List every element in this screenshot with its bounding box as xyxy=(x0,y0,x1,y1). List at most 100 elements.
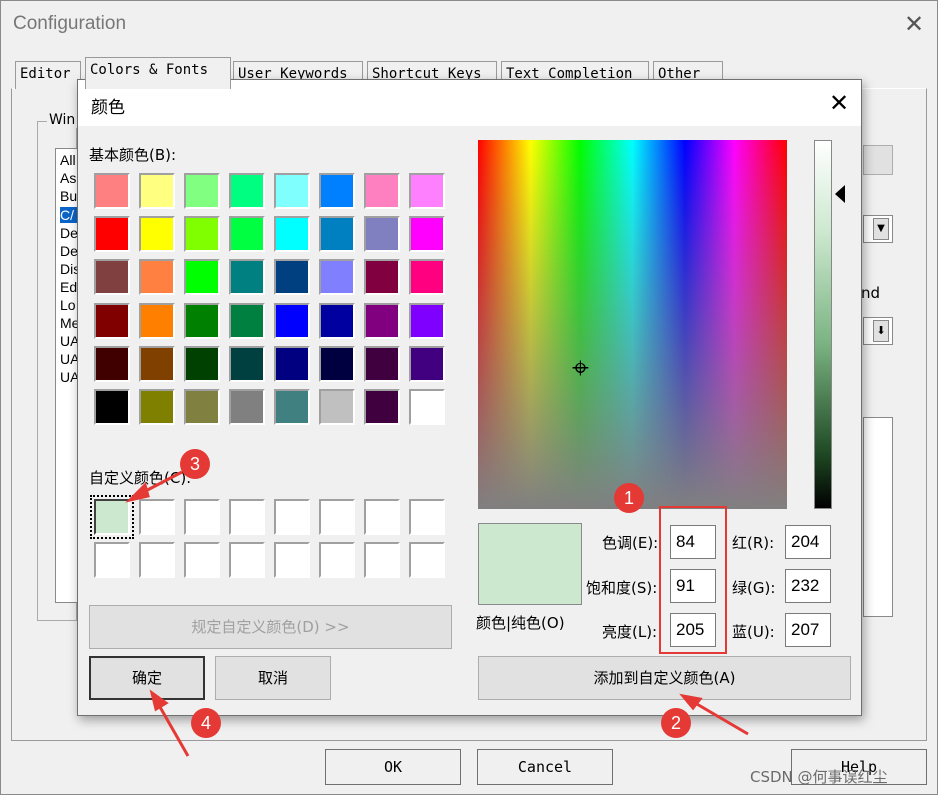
define-custom-colors-button[interactable]: 规定自定义颜色(D) >> xyxy=(89,605,452,649)
config-close-icon[interactable]: ✕ xyxy=(901,11,927,37)
add-to-custom-colors-button[interactable]: 添加到自定义颜色(A) xyxy=(478,656,851,700)
custom-color-swatch[interactable] xyxy=(364,542,400,578)
list-item[interactable]: De xyxy=(60,225,78,241)
dropdown-arrow-icon[interactable]: ⬇ xyxy=(873,320,889,342)
luminance-slider[interactable] xyxy=(814,140,832,509)
basic-color-swatch[interactable] xyxy=(319,389,355,425)
basic-color-swatch[interactable] xyxy=(409,259,445,296)
basic-color-swatch[interactable] xyxy=(364,259,400,296)
list-item[interactable]: All xyxy=(60,152,76,168)
basic-color-swatch[interactable] xyxy=(139,173,175,209)
custom-color-swatch[interactable] xyxy=(139,542,175,578)
custom-color-swatch[interactable] xyxy=(229,542,265,578)
red-input[interactable]: 204 xyxy=(785,525,831,559)
cancel-button[interactable]: Cancel xyxy=(477,749,613,785)
basic-color-swatch[interactable] xyxy=(229,259,265,296)
basic-colors-grid xyxy=(94,173,454,433)
dialog-cancel-button[interactable]: 取消 xyxy=(215,656,331,700)
basic-color-swatch[interactable] xyxy=(274,173,310,209)
basic-color-swatch[interactable] xyxy=(409,216,445,253)
basic-color-swatch[interactable] xyxy=(319,173,355,209)
basic-color-swatch[interactable] xyxy=(139,259,175,296)
blue-input[interactable]: 207 xyxy=(785,613,831,647)
list-item[interactable]: Bu xyxy=(60,188,77,204)
basic-colors-label: 基本颜色(B): xyxy=(89,146,177,164)
color-preview xyxy=(478,523,582,605)
tab-colors-fonts[interactable]: Colors & Fonts xyxy=(85,57,231,89)
saturation-label: 饱和度(S): xyxy=(586,579,658,597)
basic-color-swatch[interactable] xyxy=(319,216,355,253)
basic-color-swatch[interactable] xyxy=(364,389,400,425)
custom-colors-grid xyxy=(90,495,454,583)
partial-color-dropdown[interactable]: ⬇ xyxy=(863,317,893,345)
basic-color-swatch[interactable] xyxy=(184,216,220,253)
color-spectrum[interactable]: ⌖ xyxy=(478,140,787,509)
custom-color-swatch[interactable] xyxy=(139,499,175,535)
basic-color-swatch[interactable] xyxy=(229,302,265,339)
basic-color-swatch[interactable] xyxy=(139,302,175,339)
basic-color-swatch[interactable] xyxy=(184,173,220,209)
basic-color-swatch[interactable] xyxy=(364,302,400,339)
basic-color-swatch[interactable] xyxy=(139,345,175,382)
basic-color-swatch[interactable] xyxy=(94,259,130,296)
basic-color-swatch[interactable] xyxy=(409,389,445,425)
custom-color-swatch[interactable] xyxy=(229,499,265,535)
color-solid-label: 颜色|纯色(O) xyxy=(476,614,565,632)
basic-color-swatch[interactable] xyxy=(184,259,220,296)
basic-color-swatch[interactable] xyxy=(94,389,130,425)
custom-color-swatch[interactable] xyxy=(274,542,310,578)
basic-color-swatch[interactable] xyxy=(364,216,400,253)
basic-color-swatch[interactable] xyxy=(94,173,130,209)
luminance-arrow-icon[interactable] xyxy=(835,185,845,203)
basic-color-swatch[interactable] xyxy=(364,173,400,209)
basic-color-swatch[interactable] xyxy=(409,173,445,209)
list-item[interactable]: Ed xyxy=(60,279,77,295)
basic-color-swatch[interactable] xyxy=(184,345,220,382)
partial-button[interactable] xyxy=(863,145,893,175)
partial-dropdown[interactable]: ▼ xyxy=(863,215,893,243)
tab-editor[interactable]: Editor xyxy=(15,61,81,89)
basic-color-swatch[interactable] xyxy=(274,216,310,253)
basic-color-swatch[interactable] xyxy=(409,302,445,339)
list-item[interactable]: As xyxy=(60,170,76,186)
custom-color-swatch[interactable] xyxy=(409,542,445,578)
basic-color-swatch[interactable] xyxy=(184,389,220,425)
custom-color-swatch[interactable] xyxy=(364,499,400,535)
basic-color-swatch[interactable] xyxy=(94,345,130,382)
basic-color-swatch[interactable] xyxy=(319,259,355,296)
custom-color-swatch[interactable] xyxy=(94,542,130,578)
basic-color-swatch[interactable] xyxy=(139,389,175,425)
custom-color-swatch[interactable] xyxy=(409,499,445,535)
basic-color-swatch[interactable] xyxy=(229,345,265,382)
custom-color-swatch-selected[interactable] xyxy=(90,495,134,539)
basic-color-swatch[interactable] xyxy=(319,302,355,339)
basic-color-swatch[interactable] xyxy=(274,389,310,425)
green-input[interactable]: 232 xyxy=(785,569,831,603)
basic-color-swatch[interactable] xyxy=(274,345,310,382)
basic-color-swatch[interactable] xyxy=(94,216,130,253)
basic-color-swatch[interactable] xyxy=(319,345,355,382)
basic-color-swatch[interactable] xyxy=(274,302,310,339)
dropdown-arrow-icon[interactable]: ▼ xyxy=(873,218,889,240)
basic-color-swatch[interactable] xyxy=(94,302,130,339)
basic-color-swatch[interactable] xyxy=(364,345,400,382)
basic-color-swatch[interactable] xyxy=(409,345,445,382)
custom-color-swatch[interactable] xyxy=(184,499,220,535)
custom-color-swatch[interactable] xyxy=(319,542,355,578)
dialog-close-icon[interactable]: ✕ xyxy=(826,90,852,116)
custom-color-swatch[interactable] xyxy=(274,499,310,535)
basic-color-swatch[interactable] xyxy=(229,216,265,253)
basic-color-swatch[interactable] xyxy=(184,302,220,339)
custom-color-swatch[interactable] xyxy=(184,542,220,578)
ok-button[interactable]: OK xyxy=(325,749,461,785)
crosshair-icon[interactable]: ⌖ xyxy=(572,354,589,384)
dialog-ok-button[interactable]: 确定 xyxy=(89,656,205,700)
basic-color-swatch[interactable] xyxy=(139,216,175,253)
custom-color-swatch[interactable] xyxy=(319,499,355,535)
basic-color-swatch[interactable] xyxy=(274,259,310,296)
list-item[interactable]: Lo xyxy=(60,297,76,313)
list-item[interactable]: De xyxy=(60,243,78,259)
basic-color-swatch[interactable] xyxy=(229,389,265,425)
annotation-badge-1: 1 xyxy=(614,483,644,513)
basic-color-swatch[interactable] xyxy=(229,173,265,209)
